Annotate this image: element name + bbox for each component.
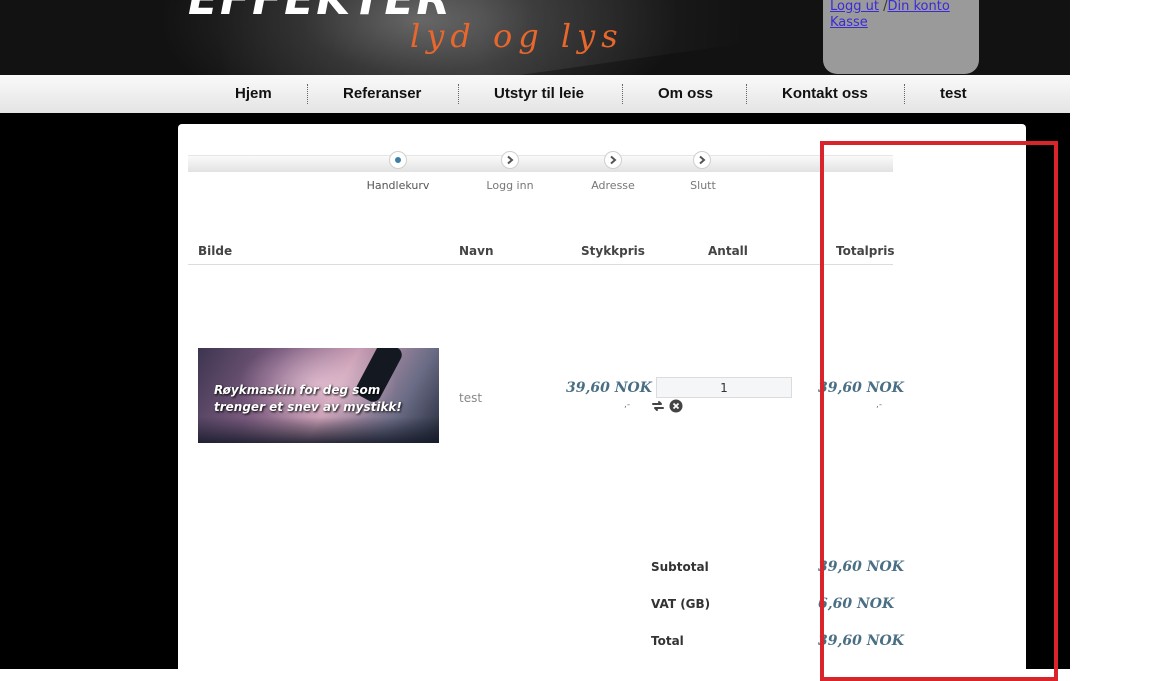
column-header-total-price: Totalpris xyxy=(836,244,895,258)
step-label-adresse: Adresse xyxy=(591,179,635,192)
nav-separator xyxy=(746,84,747,104)
remove-circle-icon[interactable] xyxy=(669,399,683,413)
total-label: Total xyxy=(651,634,684,648)
column-header-name: Navn xyxy=(459,244,494,258)
row-total-price: 39,60 NOK xyxy=(818,380,904,396)
product-image-caption: Røykmaskin for deg som trenger et snev a… xyxy=(214,383,402,414)
nav-item-referanser[interactable]: Referanser xyxy=(343,75,421,113)
checkout-link[interactable]: Kasse xyxy=(830,15,868,30)
step-handlekurv[interactable] xyxy=(389,151,407,169)
chevron-right-icon xyxy=(699,155,706,165)
crowd-silhouette xyxy=(198,417,439,443)
nav-separator xyxy=(622,84,623,104)
nav-separator xyxy=(904,84,905,104)
product-image[interactable]: Røykmaskin for deg som trenger et snev a… xyxy=(198,348,439,443)
refresh-icon[interactable] xyxy=(651,399,665,413)
dot-icon xyxy=(395,157,401,163)
step-slutt[interactable] xyxy=(693,151,711,169)
site-background: EFFEKTER lyd og lys Logg ut /Din konto K… xyxy=(0,0,1070,669)
nav-separator xyxy=(458,84,459,104)
nav-item-utstyr-til-leie[interactable]: Utstyr til leie xyxy=(494,75,584,113)
table-header-divider xyxy=(188,264,893,265)
nav-item-om-oss[interactable]: Om oss xyxy=(658,75,713,113)
column-header-image: Bilde xyxy=(198,244,233,258)
account-link[interactable]: Din konto xyxy=(887,0,949,14)
step-adresse[interactable] xyxy=(604,151,622,169)
quantity-input[interactable] xyxy=(656,377,792,398)
step-label-handlekurv: Handlekurv xyxy=(366,179,430,192)
user-links: Logg ut /Din konto Kasse xyxy=(830,0,950,31)
vat-label: VAT (GB) xyxy=(651,597,711,611)
site-header: EFFEKTER lyd og lys Logg ut /Din konto K… xyxy=(0,0,1070,75)
logout-link[interactable]: Logg ut xyxy=(830,0,879,14)
total-value: 39,60 NOK xyxy=(818,633,904,649)
logo-subtitle: lyd og lys xyxy=(410,17,624,55)
nav-item-hjem[interactable]: Hjem xyxy=(235,75,272,113)
nav-item-kontakt-oss[interactable]: Kontakt oss xyxy=(782,75,868,113)
nav-item-test[interactable]: test xyxy=(940,75,967,113)
chevron-right-icon xyxy=(507,155,514,165)
step-label-slutt: Slutt xyxy=(690,179,716,192)
subtotal-label: Subtotal xyxy=(651,560,709,574)
column-header-unit-price: Stykkpris xyxy=(581,244,645,258)
column-header-quantity: Antall xyxy=(708,244,748,258)
unit-price: 39,60 NOK xyxy=(566,380,652,396)
checkout-progress-bar xyxy=(188,155,893,172)
subtotal-value: 39,60 NOK xyxy=(818,559,904,575)
vat-value: 6,60 NOK xyxy=(818,596,895,612)
step-label-logg-inn: Logg inn xyxy=(486,179,534,192)
product-name: test xyxy=(459,391,483,405)
step-logg-inn[interactable] xyxy=(501,151,519,169)
row-total-suffix: ,- xyxy=(876,400,883,410)
main-nav: Hjem Referanser Utstyr til leie Om oss K… xyxy=(0,75,1070,113)
nav-separator xyxy=(307,84,308,104)
chevron-right-icon xyxy=(610,155,617,165)
unit-price-suffix: ,- xyxy=(624,400,631,410)
